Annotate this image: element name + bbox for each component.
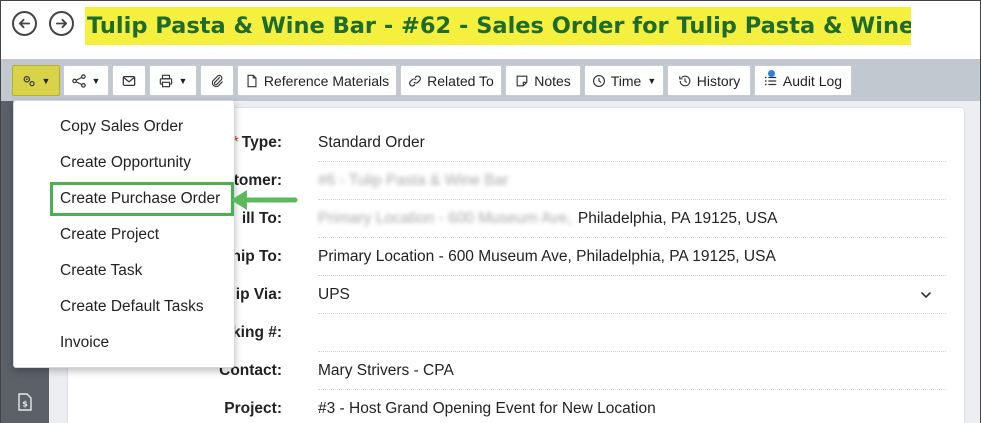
- document-icon: [247, 74, 257, 87]
- audit-log-button[interactable]: Audit Log: [754, 65, 852, 96]
- email-button[interactable]: [112, 65, 146, 96]
- annotation-arrow-icon: [231, 190, 298, 210]
- project-row: Project: #3 - Host Grand Opening Event f…: [68, 390, 964, 423]
- menu-item-copy-sales-order[interactable]: Copy Sales Order: [14, 110, 234, 144]
- caret-icon: ▼: [178, 75, 188, 86]
- paperclip-icon: [211, 74, 223, 87]
- history-label: History: [696, 72, 741, 89]
- notes-label: Notes: [534, 72, 571, 89]
- ship-to-value[interactable]: Primary Location - 600 Museum Ave, Phila…: [318, 238, 946, 276]
- history-button[interactable]: History: [667, 65, 751, 96]
- forward-icon[interactable]: [49, 11, 74, 36]
- share-icon: [71, 73, 86, 88]
- ship-via-select[interactable]: UPS: [318, 276, 946, 314]
- bill-to-city: Philadelphia, PA 19125, USA: [577, 210, 778, 227]
- toolbar: ▼ ▼ ▼ Reference Materials Related To Not…: [1, 59, 980, 101]
- actions-menu-button[interactable]: ▼: [12, 65, 60, 96]
- envelope-icon: [122, 75, 136, 86]
- printer-icon: [159, 74, 172, 87]
- caret-icon: ▼: [91, 75, 101, 86]
- tracking-value[interactable]: [318, 314, 946, 352]
- clock-icon: [592, 74, 605, 87]
- gears-icon: [23, 75, 35, 86]
- related-to-button[interactable]: Related To: [400, 65, 502, 96]
- customer-name-blurred: #6 - Tulip Pasta & Wine Bar: [318, 172, 509, 189]
- type-label: * Type:: [232, 134, 282, 151]
- history-icon: [678, 75, 691, 86]
- time-label: Time: [610, 72, 642, 89]
- page-title: Tulip Pasta & Wine Bar - #62 - Sales Ord…: [85, 7, 911, 45]
- reference-materials-label: Reference Materials: [263, 72, 390, 89]
- menu-item-create-purchase-order[interactable]: Create Purchase Order: [50, 182, 234, 216]
- chevron-down-icon: [921, 292, 931, 299]
- menu-item-create-opportunity[interactable]: Create Opportunity: [14, 146, 234, 180]
- menu-item-invoice[interactable]: Invoice: [14, 326, 234, 360]
- notification-dot: [768, 70, 775, 77]
- note-icon: [516, 75, 528, 86]
- contact-value[interactable]: Mary Strivers - CPA: [318, 352, 946, 390]
- related-to-label: Related To: [427, 72, 494, 89]
- back-icon[interactable]: [12, 11, 37, 36]
- title-bar: Tulip Pasta & Wine Bar - #62 - Sales Ord…: [1, 1, 980, 59]
- customer-value[interactable]: #6 - Tulip Pasta & Wine Bar: [318, 162, 946, 200]
- notes-button[interactable]: Notes: [505, 65, 581, 96]
- audit-log-label: Audit Log: [782, 72, 843, 89]
- ship-to-label: hip To:: [231, 248, 283, 265]
- menu-item-create-project[interactable]: Create Project: [14, 218, 234, 252]
- project-value[interactable]: #3 - Host Grand Opening Event for New Lo…: [318, 390, 946, 423]
- project-label: Project:: [224, 400, 282, 417]
- reference-materials-button[interactable]: Reference Materials: [237, 65, 397, 96]
- caret-icon: ▼: [41, 75, 51, 86]
- menu-item-create-default-tasks[interactable]: Create Default Tasks: [14, 290, 234, 324]
- share-button[interactable]: ▼: [63, 65, 109, 96]
- svg-text:$: $: [22, 400, 28, 409]
- link-icon: [409, 75, 422, 86]
- ship-via-value: UPS: [318, 286, 350, 303]
- print-button[interactable]: ▼: [149, 65, 197, 96]
- attach-button[interactable]: [200, 65, 234, 96]
- document-dollar-icon[interactable]: $: [17, 393, 33, 411]
- bill-to-blurred: Primary Location - 600 Museum Ave,: [318, 210, 572, 227]
- caret-icon: ▼: [647, 75, 657, 86]
- menu-item-create-task[interactable]: Create Task: [14, 254, 234, 288]
- actions-dropdown-menu: Copy Sales Order Create Opportunity Crea…: [13, 100, 235, 368]
- time-menu-button[interactable]: Time ▼: [584, 65, 664, 96]
- type-value[interactable]: Standard Order: [318, 124, 946, 162]
- bill-to-value[interactable]: Primary Location - 600 Museum Ave, Philad…: [318, 200, 946, 238]
- ship-via-label: ip Via:: [235, 286, 282, 303]
- tracking-label: king #:: [232, 324, 282, 341]
